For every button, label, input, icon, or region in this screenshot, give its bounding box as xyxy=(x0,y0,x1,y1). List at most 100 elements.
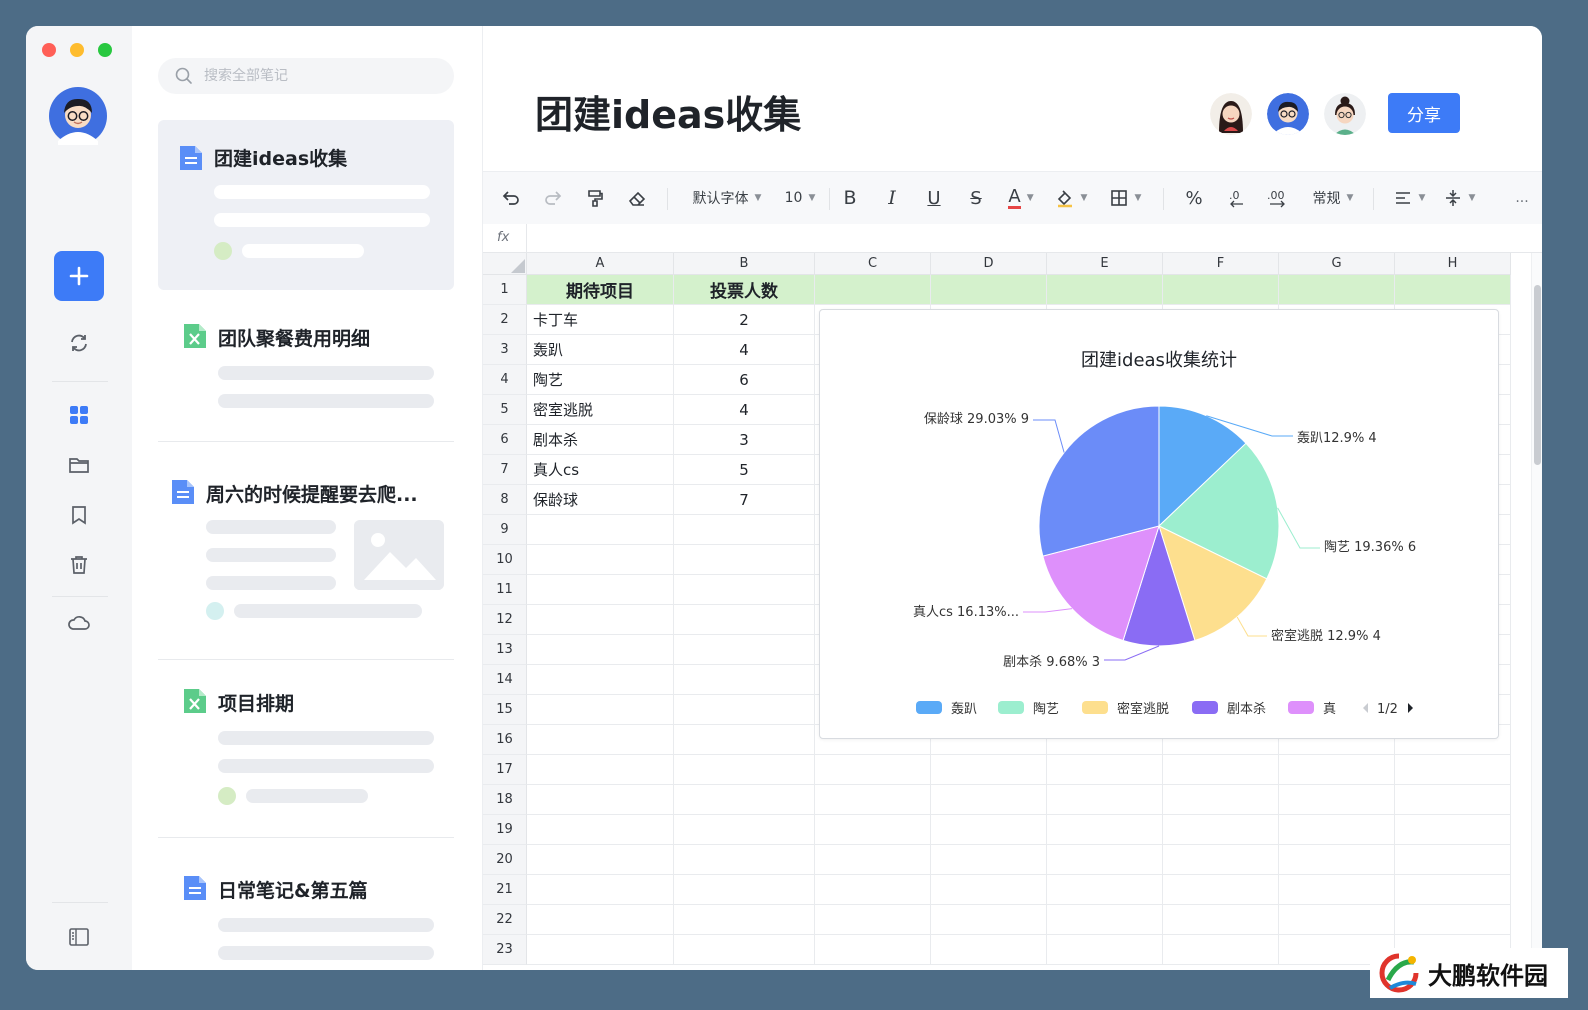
sheet-cell[interactable]: 期待项目 xyxy=(527,275,674,305)
font-family-select[interactable]: 默认字体 ▼ xyxy=(687,172,767,224)
sheet-cell[interactable]: 5 xyxy=(674,455,815,485)
sheet-cell[interactable] xyxy=(527,755,674,785)
sheet-cell[interactable] xyxy=(674,515,815,545)
strikethrough-button[interactable]: S xyxy=(961,172,991,224)
sheet-cell[interactable]: 4 xyxy=(674,395,815,425)
fill-color-button[interactable]: ▼ xyxy=(1051,172,1091,224)
sheet-cell[interactable] xyxy=(674,635,815,665)
row-header[interactable]: 8 xyxy=(483,485,527,515)
sheet-cell[interactable] xyxy=(1047,275,1163,305)
sheet-cell[interactable] xyxy=(815,755,931,785)
sheet-cell[interactable]: 密室逃脱 xyxy=(527,395,674,425)
sheet-cell[interactable] xyxy=(1279,875,1395,905)
sheet-cell[interactable] xyxy=(1279,845,1395,875)
legend-label[interactable]: 陶艺 xyxy=(1033,701,1059,717)
trash-button[interactable] xyxy=(64,550,94,580)
sheet-cell[interactable] xyxy=(1279,275,1395,305)
sheet-cell[interactable] xyxy=(527,815,674,845)
row-header[interactable]: 7 xyxy=(483,455,527,485)
sheet-cell[interactable] xyxy=(815,935,931,965)
sheet-cell[interactable] xyxy=(1047,905,1163,935)
row-header[interactable]: 10 xyxy=(483,545,527,575)
column-header[interactable]: D xyxy=(931,253,1047,275)
font-size-select[interactable]: 10 ▼ xyxy=(781,172,819,224)
sheet-cell[interactable] xyxy=(674,845,815,875)
sheet-cell[interactable] xyxy=(815,875,931,905)
sheet-cell[interactable] xyxy=(931,815,1047,845)
row-header[interactable]: 15 xyxy=(483,695,527,725)
horizontal-align-button[interactable]: ▼ xyxy=(1389,172,1429,224)
row-header[interactable]: 16 xyxy=(483,725,527,755)
sheet-cell[interactable] xyxy=(674,545,815,575)
sheet-cell[interactable] xyxy=(674,935,815,965)
row-header[interactable]: 21 xyxy=(483,875,527,905)
sheet-cell[interactable] xyxy=(674,815,815,845)
search-box[interactable] xyxy=(158,58,454,94)
sheet-cell[interactable] xyxy=(674,575,815,605)
row-header[interactable]: 14 xyxy=(483,665,527,695)
user-avatar[interactable] xyxy=(49,87,107,149)
row-header[interactable]: 23 xyxy=(483,935,527,965)
sheet-cell[interactable] xyxy=(815,785,931,815)
sheet-cell[interactable] xyxy=(1047,785,1163,815)
sheet-cell[interactable] xyxy=(527,905,674,935)
pie-chart[interactable]: 团建ideas收集统计 轰趴12.9% 4 陶艺 19.36% 6 密室逃脱 12.… xyxy=(819,309,1499,739)
sheet-cell[interactable]: 剧本杀 xyxy=(527,425,674,455)
sheet-cell[interactable] xyxy=(1047,755,1163,785)
sheet-cell[interactable] xyxy=(815,905,931,935)
sheet-cell[interactable] xyxy=(1047,845,1163,875)
sheet-cell[interactable] xyxy=(815,845,931,875)
sheet-cell[interactable]: 陶艺 xyxy=(527,365,674,395)
sheet-cell[interactable] xyxy=(527,695,674,725)
row-header[interactable]: 3 xyxy=(483,335,527,365)
bookmarks-button[interactable] xyxy=(64,500,94,530)
sheet-cell[interactable]: 轰趴 xyxy=(527,335,674,365)
legend-swatch[interactable] xyxy=(1192,701,1218,714)
increase-decimal-button[interactable]: .00 xyxy=(1263,172,1293,224)
sheet-cell[interactable] xyxy=(674,905,815,935)
sheet-cell[interactable] xyxy=(1395,755,1511,785)
column-header[interactable]: G xyxy=(1279,253,1395,275)
sheet-cell[interactable] xyxy=(527,725,674,755)
sheet-cell[interactable] xyxy=(674,605,815,635)
bold-button[interactable]: B xyxy=(835,172,865,224)
sheet-cell[interactable] xyxy=(1279,815,1395,845)
sheet-cell[interactable] xyxy=(527,875,674,905)
note-item-saturday-reminder[interactable]: 周六的时候提醒要去爬... xyxy=(158,466,454,656)
note-item-team-ideas[interactable]: 团建ideas收集 xyxy=(158,120,454,290)
percent-format-button[interactable]: % xyxy=(1179,172,1209,224)
sheet-cell[interactable] xyxy=(1279,905,1395,935)
legend-label[interactable]: 轰趴 xyxy=(951,701,977,717)
share-button[interactable]: 分享 xyxy=(1388,93,1460,133)
sheet-cell[interactable] xyxy=(527,845,674,875)
row-header[interactable]: 2 xyxy=(483,305,527,335)
sheet-cell[interactable] xyxy=(1047,875,1163,905)
legend-next-icon[interactable] xyxy=(1408,703,1413,713)
sheet-cell[interactable] xyxy=(1395,785,1511,815)
more-tools-button[interactable]: ... xyxy=(1507,172,1537,224)
row-header[interactable]: 13 xyxy=(483,635,527,665)
sheet-cell[interactable] xyxy=(674,725,815,755)
search-input[interactable] xyxy=(202,67,446,85)
redo-button[interactable] xyxy=(539,172,567,224)
sheet-cell[interactable] xyxy=(527,635,674,665)
legend-label[interactable]: 密室逃脱 xyxy=(1117,701,1169,717)
toggle-panel-button[interactable] xyxy=(64,922,94,952)
row-header[interactable]: 11 xyxy=(483,575,527,605)
sheet-cell[interactable] xyxy=(527,785,674,815)
sheet-cell[interactable]: 真人cs xyxy=(527,455,674,485)
sheet-cell[interactable] xyxy=(1163,905,1279,935)
sheet-cell[interactable] xyxy=(1395,815,1511,845)
new-note-button[interactable] xyxy=(54,251,104,301)
undo-button[interactable] xyxy=(497,172,525,224)
sheet-cell[interactable] xyxy=(1395,875,1511,905)
all-notes-button[interactable] xyxy=(64,400,94,430)
sheet-cell[interactable] xyxy=(1279,785,1395,815)
sheet-cell[interactable] xyxy=(1395,905,1511,935)
sheet-cell[interactable] xyxy=(1395,275,1511,305)
sheet-cell[interactable] xyxy=(931,905,1047,935)
sync-button[interactable] xyxy=(64,328,94,358)
font-color-button[interactable]: A ▼ xyxy=(1001,172,1041,224)
vertical-scrollbar[interactable] xyxy=(1531,253,1542,970)
legend-swatch[interactable] xyxy=(916,701,942,714)
